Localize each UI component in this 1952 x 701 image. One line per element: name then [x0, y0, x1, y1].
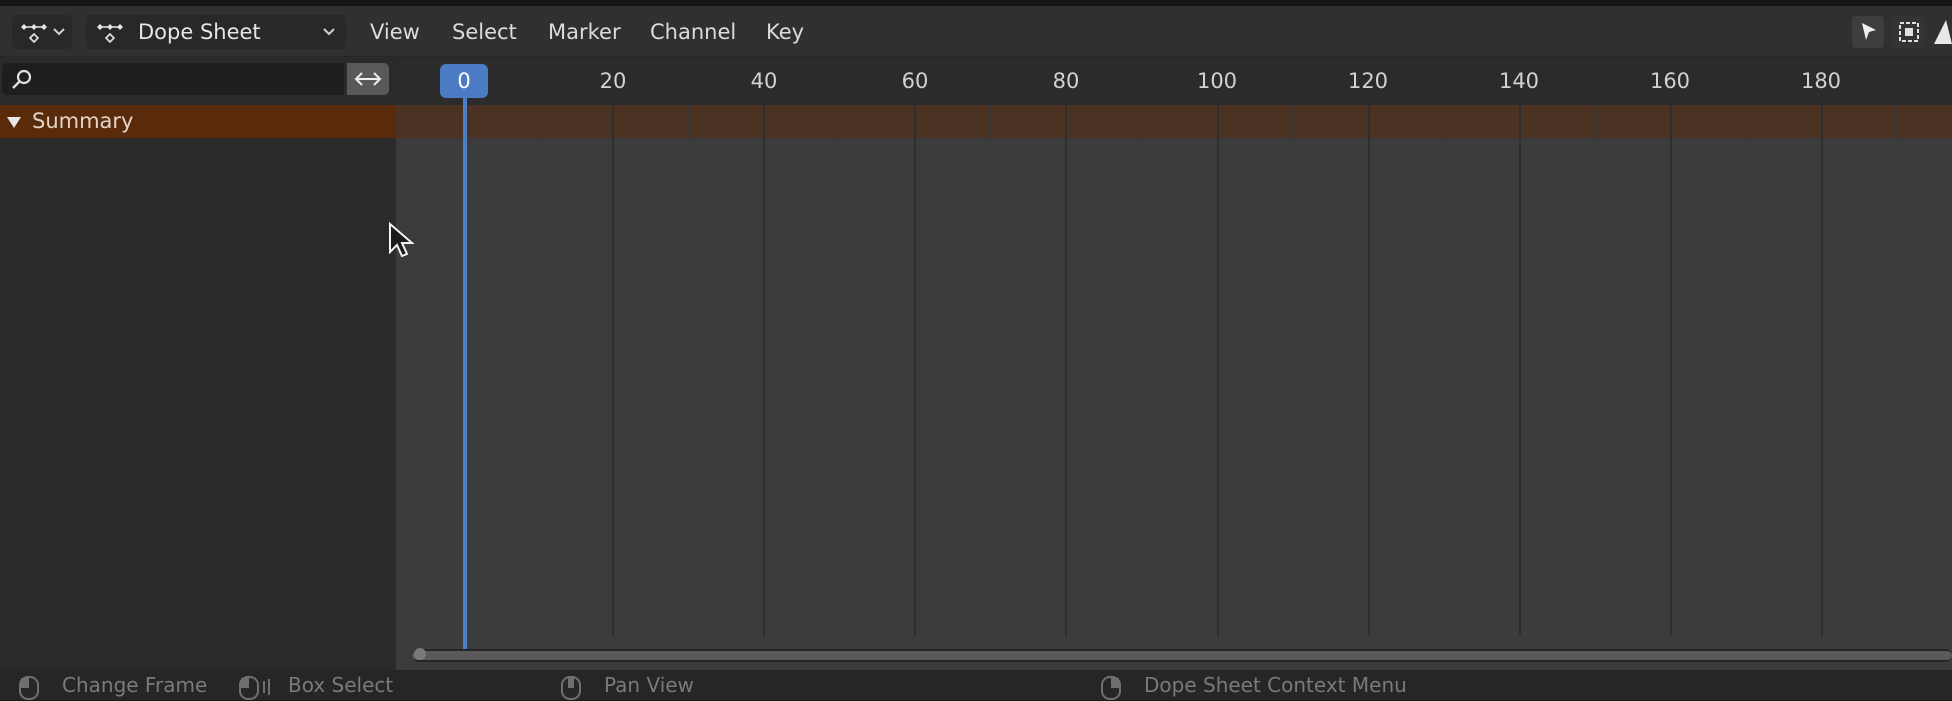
mode-dropdown[interactable]: Dope Sheet [86, 15, 346, 49]
horizontal-scrollbar[interactable] [412, 648, 1952, 662]
frame-gridline [1443, 105, 1444, 636]
frame-tick-label: 180 [1800, 69, 1842, 93]
current-frame-badge[interactable]: 0 [440, 64, 488, 98]
frame-tick-label: 80 [1052, 69, 1080, 93]
chevron-down-icon [53, 28, 65, 36]
mouse-cursor-icon [389, 222, 415, 258]
frame-gridline [1896, 105, 1897, 636]
select-tool-button[interactable] [1852, 16, 1884, 48]
editor-type-button[interactable] [12, 15, 72, 49]
frame-gridline [1745, 105, 1746, 636]
frame-tick-label: 120 [1347, 69, 1389, 93]
status-box-select: Box Select [288, 673, 394, 697]
frame-gridline [1368, 105, 1370, 636]
frame-gridline [688, 105, 689, 636]
warning-icon[interactable] [1934, 18, 1952, 46]
box-select-icon [1899, 22, 1919, 42]
scrollbar-thumb[interactable] [412, 651, 1952, 660]
dope-sheet-timeline[interactable]: 20 40 60 80 100 120 140 160 180 0 [396, 57, 1952, 670]
dope-sheet-icon [97, 24, 123, 44]
frame-gridline [1217, 105, 1219, 636]
frame-tick-label: 40 [750, 69, 778, 93]
menu-view[interactable]: View [370, 15, 420, 49]
mouse-right-click-icon [1101, 676, 1121, 700]
status-bar: Change Frame Box Select Pan View Dope Sh… [0, 670, 1952, 700]
channel-region: Summary [0, 57, 396, 670]
frame-gridline [763, 105, 765, 636]
frame-gridline [990, 105, 991, 636]
left-right-arrow-icon [354, 72, 382, 86]
mouse-middle-click-icon [561, 676, 581, 700]
frame-tick-label: 140 [1498, 69, 1540, 93]
menu-marker[interactable]: Marker [548, 15, 621, 49]
mouse-left-click-icon [19, 676, 39, 700]
disclosure-triangle-icon[interactable] [7, 117, 21, 128]
chevron-down-icon [323, 28, 335, 36]
swap-filter-button[interactable] [347, 63, 389, 95]
frame-gridline [1065, 105, 1067, 636]
box-select-tool-button[interactable] [1893, 16, 1925, 48]
summary-channel-strip [396, 105, 1952, 138]
status-change-frame: Change Frame [62, 673, 208, 697]
dope-sheet-header: Dope Sheet View Select Marker Channel Ke… [0, 6, 1952, 57]
frame-gridline [1594, 105, 1595, 636]
frame-gridline [1519, 105, 1521, 636]
scrollbar-handle[interactable] [414, 648, 426, 660]
summary-channel[interactable]: Summary [0, 105, 396, 138]
menu-channel[interactable]: Channel [650, 15, 736, 49]
dope-sheet-icon [21, 24, 47, 44]
select-arrow-icon [1862, 23, 1876, 40]
status-context-menu: Dope Sheet Context Menu [1144, 673, 1407, 697]
playhead-line[interactable] [463, 85, 467, 650]
channel-search-input[interactable] [2, 63, 344, 95]
summary-label: Summary [32, 109, 134, 133]
mouse-drag-icon [239, 676, 270, 700]
frame-gridline [839, 105, 840, 636]
frame-gridline [612, 105, 614, 636]
menu-select[interactable]: Select [452, 15, 517, 49]
frame-tick-label: 20 [599, 69, 627, 93]
mode-label: Dope Sheet [138, 20, 261, 44]
frame-gridline [1292, 105, 1293, 636]
search-icon [12, 69, 32, 89]
frame-ruler[interactable]: 20 40 60 80 100 120 140 160 180 [396, 57, 1952, 105]
menu-key[interactable]: Key [766, 15, 804, 49]
frame-gridline [914, 105, 916, 636]
status-pan-view: Pan View [604, 673, 694, 697]
frame-tick-label: 160 [1649, 69, 1691, 93]
frame-tick-label: 60 [901, 69, 929, 93]
frame-gridline [1141, 105, 1142, 636]
frame-gridline [1821, 105, 1823, 636]
frame-tick-label: 100 [1196, 69, 1238, 93]
frame-gridline [537, 105, 538, 636]
frame-gridline [1670, 105, 1672, 636]
